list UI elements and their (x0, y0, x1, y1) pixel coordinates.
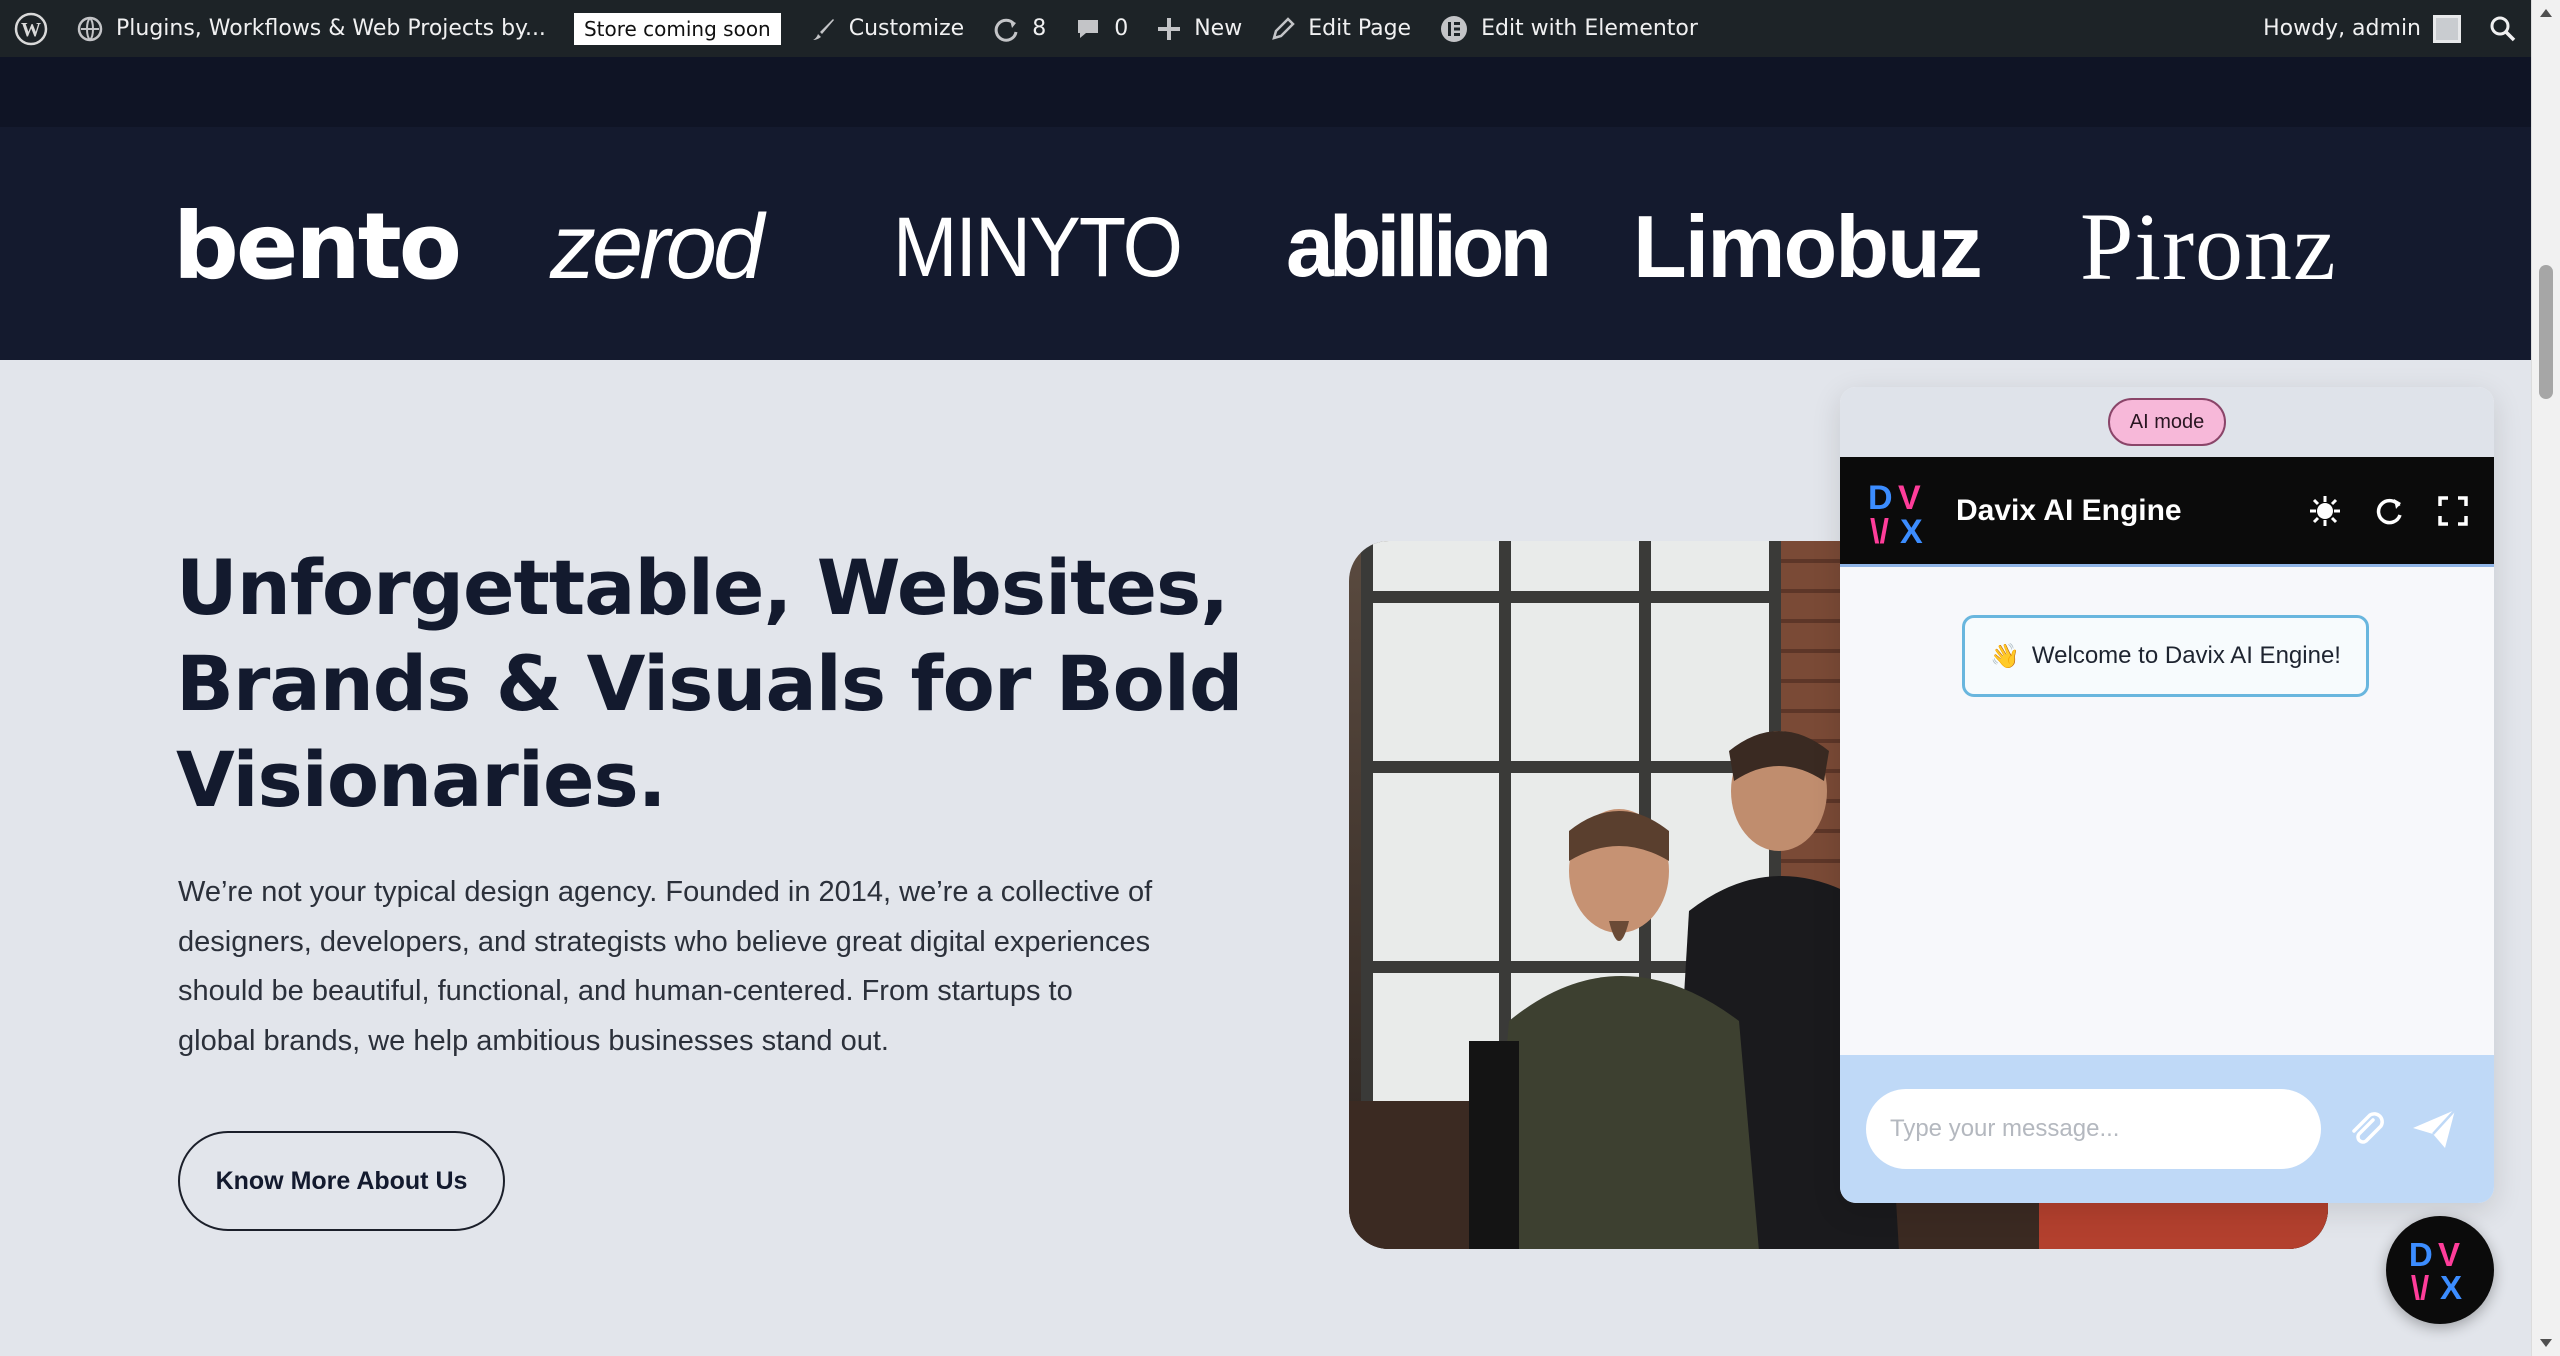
customize-link[interactable]: Customize (795, 0, 978, 57)
store-badge-label: Store coming soon (573, 12, 781, 45)
logo-minyto: MINYTO (893, 200, 1183, 294)
logo-pironz: Pironz (2080, 193, 2337, 300)
refresh-icon (992, 15, 1020, 43)
new-label: New (1194, 16, 1243, 41)
photo-person-seated (1469, 809, 1759, 1249)
site-name-link[interactable]: Plugins, Workflows & Web Projects by... (62, 0, 560, 57)
svg-text:\/: \/ (1870, 513, 1889, 547)
plus-icon (1156, 16, 1182, 42)
logo-abillion: abillion (1286, 199, 1552, 295)
my-account-link[interactable]: Howdy, admin (2249, 0, 2475, 57)
sun-icon[interactable] (2308, 494, 2342, 528)
chat-message-input[interactable] (1866, 1089, 2321, 1169)
site-name-label: Plugins, Workflows & Web Projects by... (116, 16, 546, 41)
hero-desc-line: We’re not your typical design agency. Fo… (178, 876, 1153, 908)
edit-elementor-link[interactable]: Edit with Elementor (1425, 0, 1712, 57)
svg-text:D: D (2409, 1237, 2433, 1274)
know-more-button[interactable]: Know More About Us (178, 1131, 505, 1231)
svg-text:X: X (1900, 513, 1923, 547)
header-strip (0, 57, 2531, 127)
chat-messages: 👋 Welcome to Davix AI Engine! (1840, 567, 2494, 1055)
svg-text:V: V (1898, 479, 1921, 517)
paperclip-icon[interactable] (2343, 1106, 2389, 1152)
photo-window-frame (1361, 591, 1781, 603)
chat-title: Davix AI Engine (1956, 493, 2182, 527)
logo-limobuz: Limobuz (1633, 197, 1983, 296)
page-scrollbar[interactable] (2531, 0, 2560, 1356)
hero-desc-line: designers, developers, and strategists w… (178, 925, 1151, 958)
hero-desc-line: global brands, we help ambitious busines… (178, 1024, 889, 1057)
hero-title: Unforgettable, Websites, Brands & Visual… (176, 540, 1276, 828)
hero-title-line: Brands & Visuals for Bold (176, 639, 1243, 728)
chat-mode-bar: AI mode (1840, 387, 2494, 457)
chat-launcher-button[interactable]: D V \/ X (2386, 1216, 2494, 1324)
customize-label: Customize (848, 16, 965, 41)
hero-title-line: Visionaries. (176, 735, 667, 824)
scrollbar-thumb[interactable] (2539, 265, 2553, 399)
reload-icon[interactable] (2372, 494, 2406, 528)
scroll-down-arrow-icon[interactable] (2532, 1330, 2560, 1356)
svg-text:X: X (2440, 1270, 2462, 1303)
wordpress-logo-icon: W (14, 12, 48, 46)
comments-link[interactable]: 0 (1060, 0, 1142, 57)
new-content-link[interactable]: New (1142, 0, 1256, 57)
wp-logo-menu[interactable]: W (0, 0, 62, 57)
chat-header-actions (2308, 494, 2470, 528)
edit-page-link[interactable]: Edit Page (1256, 0, 1425, 57)
wp-admin-bar: W Plugins, Workflows & Web Projects by..… (0, 0, 2531, 57)
svg-text:D: D (1868, 479, 1893, 517)
howdy-label: Howdy, admin (2263, 16, 2421, 41)
logo-bento: bento (173, 193, 462, 300)
edit-page-label: Edit Page (1308, 16, 1412, 41)
svg-text:\/: \/ (2411, 1270, 2429, 1303)
updates-link[interactable]: 8 (978, 0, 1060, 57)
updates-count: 8 (1032, 16, 1047, 41)
comments-count: 0 (1114, 16, 1129, 41)
client-logos-band: bento zerod MINYTO abillion Limobuz Piro… (0, 127, 2531, 360)
hero-desc-line: should be beautiful, functional, and hum… (178, 975, 1073, 1007)
svg-text:V: V (2438, 1237, 2460, 1274)
pencil-icon (1270, 16, 1296, 42)
avatar (2433, 14, 2461, 43)
hero-description: We’re not your typical design agency. Fo… (178, 868, 1218, 1066)
elementor-icon (1439, 14, 1469, 44)
chat-widget: AI mode D V \/ X Davix AI Engine 👋 Welco… (1840, 387, 2494, 1203)
logo-zerod: zerod (550, 196, 764, 298)
svg-text:W: W (21, 19, 41, 41)
wave-emoji: 👋 (1990, 642, 2020, 670)
home-icon (76, 15, 104, 43)
ai-mode-toggle[interactable]: AI mode (2107, 398, 2227, 446)
search-icon (2489, 15, 2517, 43)
store-coming-soon-badge[interactable]: Store coming soon (560, 0, 795, 57)
send-icon[interactable] (2409, 1104, 2459, 1154)
davix-logo-icon: D V \/ X (2405, 1233, 2475, 1307)
welcome-text: Welcome to Davix AI Engine! (2031, 642, 2341, 669)
photo-window-frame (1361, 541, 1373, 1141)
hero-title-line: Unforgettable, Websites, (176, 543, 1229, 632)
fullscreen-icon[interactable] (2436, 494, 2470, 528)
welcome-message: 👋 Welcome to Davix AI Engine! (1962, 615, 2369, 697)
paintbrush-icon (809, 15, 837, 43)
edit-elementor-label: Edit with Elementor (1481, 16, 1698, 41)
davix-logo-icon: D V \/ X (1864, 475, 1936, 551)
admin-search-button[interactable] (2475, 0, 2531, 57)
admin-bar-right: Howdy, admin (2249, 0, 2531, 57)
scroll-up-arrow-icon[interactable] (2532, 0, 2560, 26)
comment-icon (1074, 15, 1102, 43)
chat-header: D V \/ X Davix AI Engine (1840, 457, 2494, 567)
chat-composer (1840, 1055, 2494, 1203)
